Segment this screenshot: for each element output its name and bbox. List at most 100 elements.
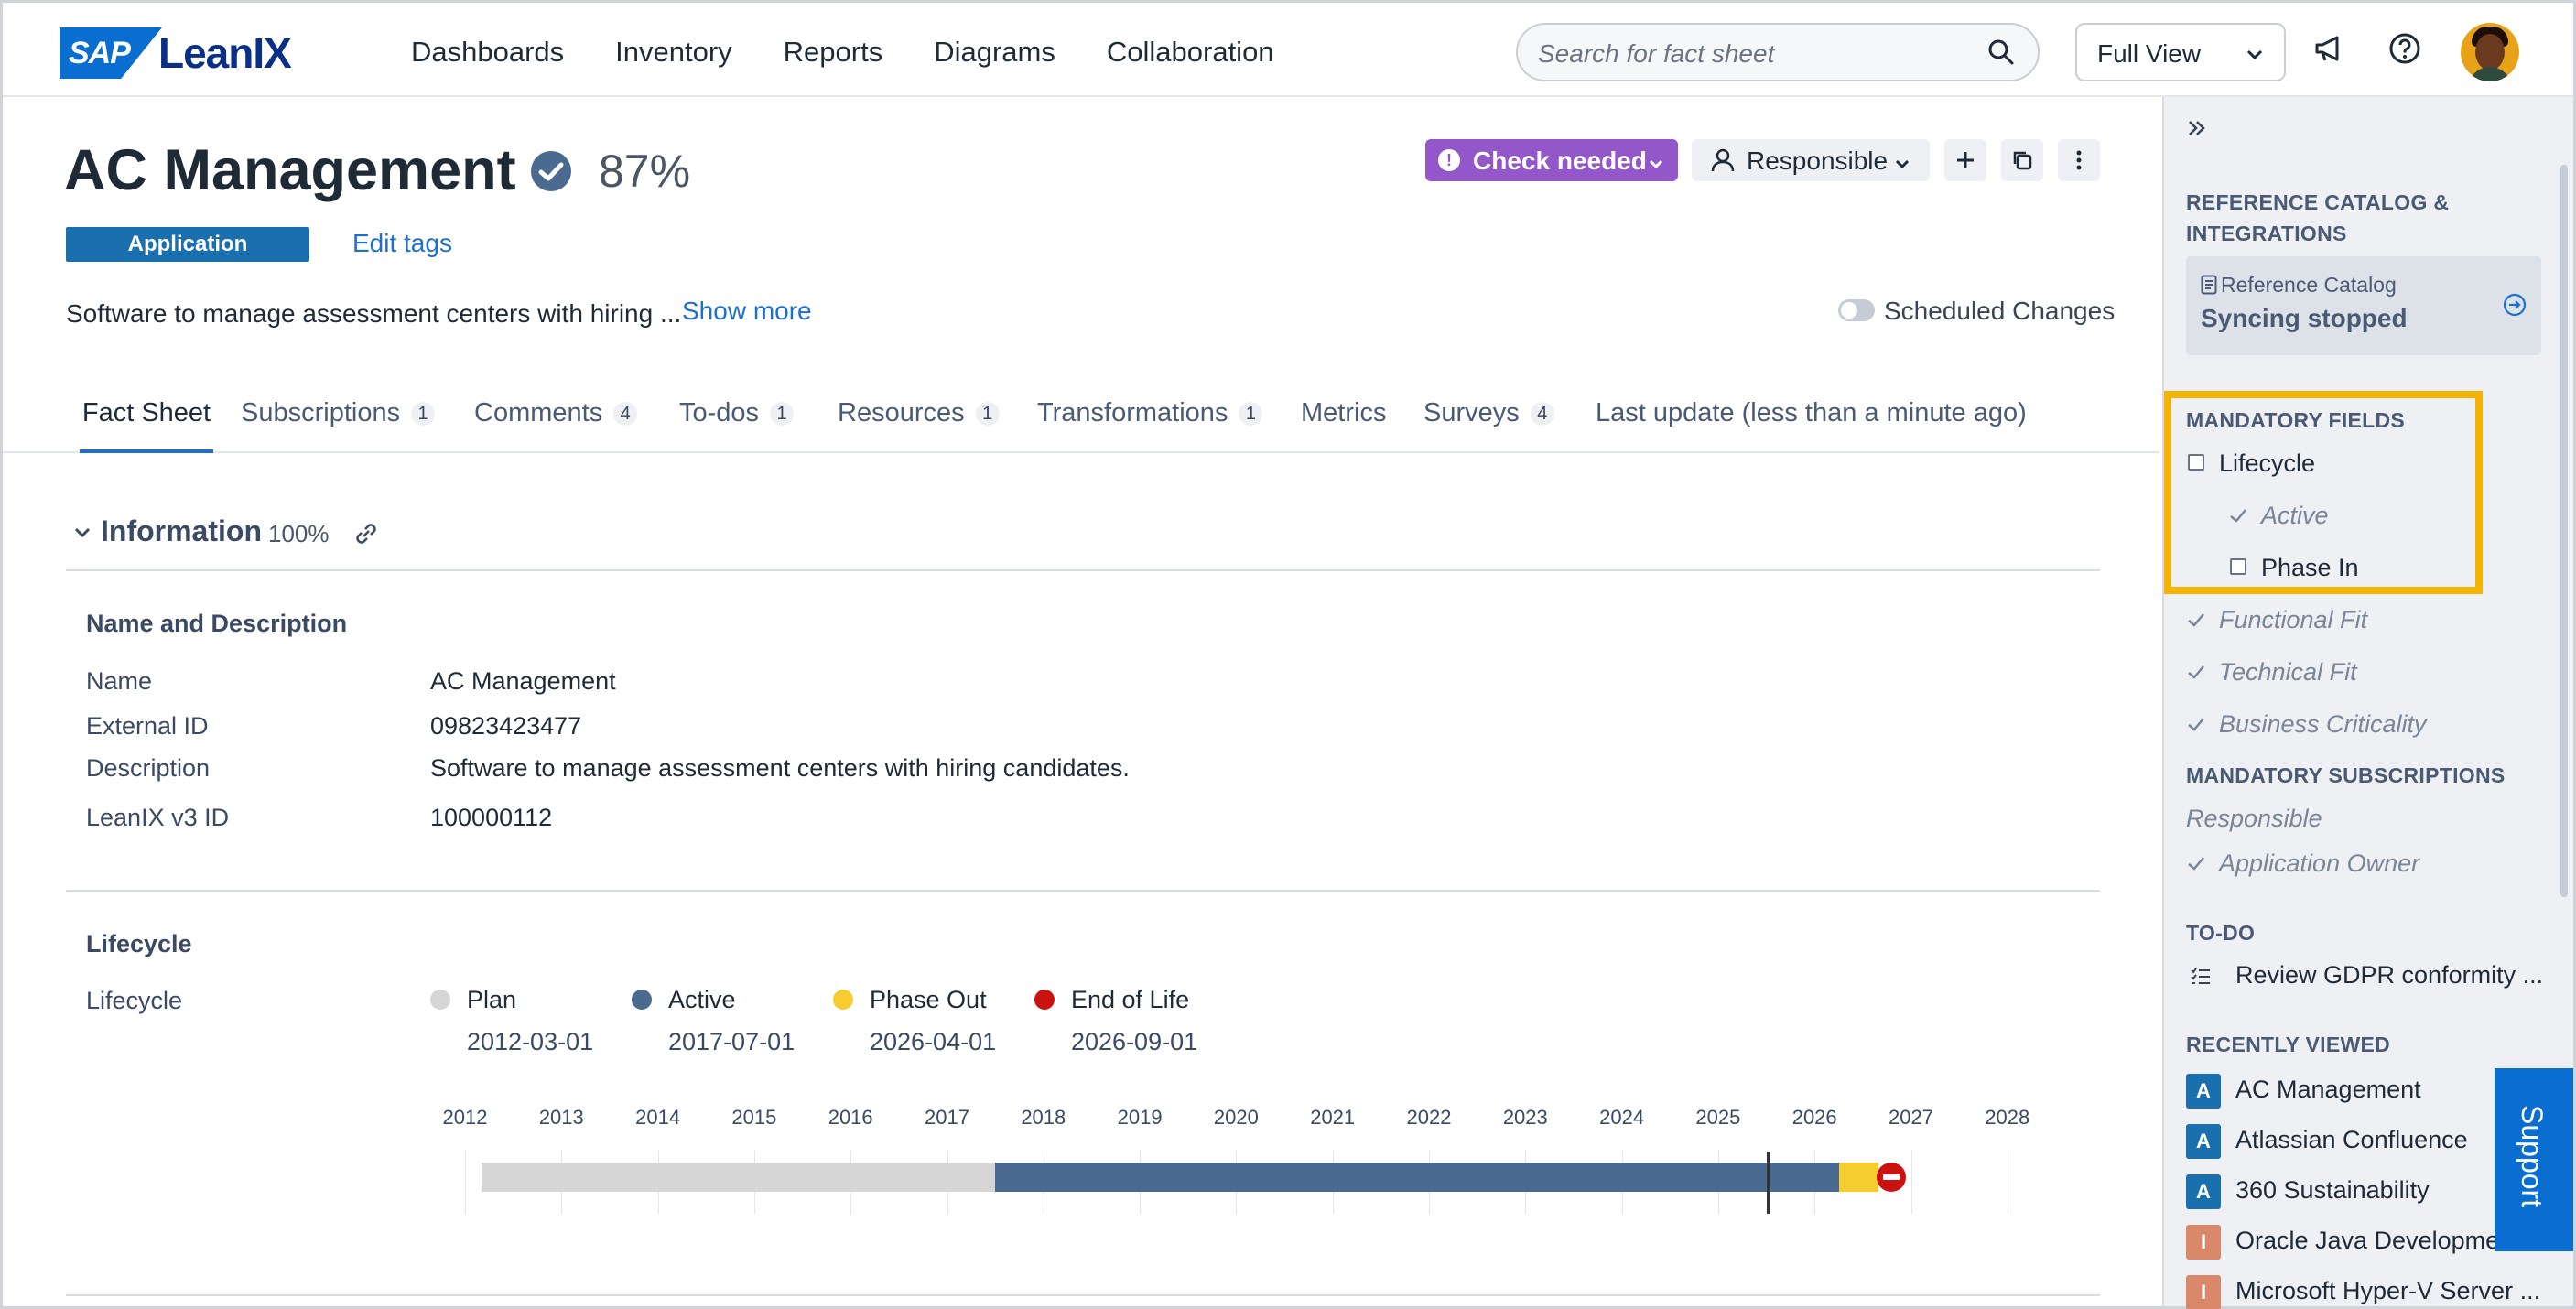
- phase-dot: [632, 990, 652, 1010]
- timeline-year-label: 2015: [731, 1106, 777, 1129]
- chevron-down-icon: [2244, 43, 2266, 70]
- mandatory-field-label: Functional Fit: [2219, 606, 2368, 633]
- type-badge: A: [2186, 1074, 2221, 1109]
- search-placeholder: Search for fact sheet: [1538, 39, 1775, 68]
- chevron-down-icon: [1893, 150, 1911, 179]
- collapse-chevron-icon[interactable]: [73, 524, 92, 546]
- group-title-name-description: Name and Description: [86, 610, 348, 637]
- leanix-logo[interactable]: SAP LeanIX: [60, 27, 292, 79]
- top-bar: SAP LeanIX Dashboards Inventory Reports …: [3, 3, 2573, 97]
- check-icon: [2188, 613, 2204, 627]
- timeline-gridline: [1910, 1150, 1912, 1214]
- section-completion: 100%: [268, 520, 330, 547]
- tab-label: Metrics: [1301, 398, 1387, 427]
- mandatory-subscription-responsible[interactable]: Responsible: [2186, 805, 2322, 833]
- phase-name: End of Life: [1071, 986, 1190, 1013]
- recent-item-name: AC Management: [2235, 1076, 2421, 1103]
- copy-icon: [2013, 151, 2032, 170]
- view-selector[interactable]: Full View: [2075, 23, 2286, 81]
- main-nav: Dashboards Inventory Reports Diagrams Co…: [411, 36, 1274, 69]
- arrow-right-circle-icon[interactable]: [2503, 293, 2527, 321]
- link-icon[interactable]: [352, 520, 380, 552]
- timeline-year-label: 2014: [635, 1106, 681, 1129]
- tab-label: Surveys: [1423, 398, 1520, 427]
- tab-transformations[interactable]: Transformations 1: [1037, 398, 1263, 453]
- recently-viewed-heading: RECENTLY VIEWED: [2186, 1033, 2391, 1056]
- phase-dot: [833, 990, 853, 1010]
- collapse-sidebar-icon[interactable]: [2186, 117, 2208, 144]
- tab-fact-sheet[interactable]: Fact Sheet: [80, 398, 213, 453]
- mandatory-subscription-label: Responsible: [2186, 805, 2322, 832]
- timeline-year-label: 2025: [1695, 1106, 1741, 1129]
- nav-reports[interactable]: Reports: [784, 36, 883, 69]
- factsheet-tabs: Fact Sheet Subscriptions 1 Comments 4 To-d…: [3, 389, 2159, 453]
- support-button[interactable]: Support: [2495, 1068, 2573, 1251]
- nav-dashboards[interactable]: Dashboards: [411, 36, 564, 69]
- field-value-external-id[interactable]: 09823423477: [430, 712, 581, 741]
- more-vertical-icon: [2076, 150, 2082, 170]
- mandatory-subscriptions-heading: MANDATORY SUBSCRIPTIONS: [2186, 763, 2506, 787]
- end-of-life-icon: [1877, 1163, 1907, 1192]
- chevron-down-icon: [1647, 150, 1665, 179]
- field-label-v3-id: LeanIX v3 ID: [86, 804, 230, 831]
- lifecycle-timeline[interactable]: 2012 2013 2014 2015 2016 2017 2018 2019 2020 2021…: [443, 1106, 2029, 1216]
- sidebar-scrollbar[interactable]: [2560, 165, 2568, 897]
- nav-inventory[interactable]: Inventory: [615, 36, 732, 69]
- copy-button[interactable]: [2001, 139, 2043, 181]
- tab-metrics[interactable]: Metrics: [1301, 398, 1386, 453]
- field-value-description[interactable]: Software to manage assessment centers wi…: [430, 754, 1130, 783]
- phase-date: 2026-04-01: [870, 1028, 997, 1055]
- timeline-phase-bar-phase-out[interactable]: [1838, 1163, 1879, 1192]
- tab-last-update[interactable]: Last update (less than a minute ago): [1596, 398, 2027, 453]
- tab-resources[interactable]: Resources 1: [838, 398, 1000, 453]
- field-value-name[interactable]: AC Management: [430, 667, 616, 696]
- show-more-link[interactable]: Show more: [682, 297, 812, 326]
- mandatory-subscription-label: Application Owner: [2219, 849, 2420, 877]
- product-name: LeanIX: [158, 29, 292, 77]
- timeline-year-label: 2027: [1889, 1106, 1933, 1129]
- type-tag: Application: [66, 227, 309, 262]
- check-icon: [2188, 665, 2204, 679]
- timeline-year-label: 2022: [1406, 1106, 1452, 1129]
- timeline-phase-bar-plan[interactable]: [481, 1163, 996, 1192]
- nav-collaboration[interactable]: Collaboration: [1107, 36, 1274, 69]
- phase-date: 2017-07-01: [668, 1028, 796, 1055]
- tab-todos[interactable]: To-dos 1: [679, 398, 795, 453]
- responsible-label: Responsible: [1747, 146, 1889, 175]
- tab-surveys[interactable]: Surveys 4: [1423, 398, 1554, 453]
- check-icon: [2188, 718, 2204, 731]
- add-button[interactable]: [1944, 139, 1986, 181]
- short-description: Software to manage assessment centers wi…: [66, 299, 682, 328]
- type-badge: A: [2186, 1174, 2221, 1209]
- tab-label: Subscriptions: [241, 398, 401, 427]
- quality-state-button[interactable]: ! Check needed: [1425, 139, 1678, 181]
- field-label-description: Description: [86, 754, 211, 782]
- reference-catalog-card[interactable]: Reference Catalog Syncing stopped: [2186, 256, 2541, 355]
- edit-tags-link[interactable]: Edit tags: [352, 229, 452, 258]
- tab-count-badge: 1: [1239, 402, 1263, 426]
- timeline-phase-bar-active[interactable]: [995, 1163, 1839, 1192]
- tab-label: To-dos: [679, 398, 760, 427]
- alert-icon: !: [1438, 149, 1460, 171]
- more-actions-button[interactable]: [2058, 139, 2100, 181]
- todo-heading: TO-DO: [2186, 921, 2256, 945]
- megaphone-icon[interactable]: [2311, 30, 2348, 71]
- quality-state-label: Check needed: [1473, 146, 1647, 175]
- timeline-year-label: 2016: [828, 1106, 873, 1129]
- tab-comments[interactable]: Comments 4: [474, 398, 638, 453]
- nav-diagrams[interactable]: Diagrams: [934, 36, 1055, 69]
- scheduled-changes-toggle[interactable]: [1838, 299, 1875, 321]
- divider: [66, 890, 2100, 892]
- tab-count-badge: 4: [1530, 402, 1554, 426]
- search-icon[interactable]: [1986, 38, 2016, 71]
- timeline-year-label: 2013: [538, 1106, 584, 1129]
- field-value-v3-id[interactable]: 100000112: [430, 804, 552, 832]
- search-input[interactable]: Search for fact sheet: [1516, 23, 2040, 81]
- timeline-year-label: 2019: [1117, 1106, 1163, 1129]
- user-avatar[interactable]: [2461, 23, 2519, 81]
- responsible-button[interactable]: Responsible: [1692, 139, 1930, 181]
- field-label-external-id: External ID: [86, 712, 209, 740]
- tab-subscriptions[interactable]: Subscriptions 1: [241, 398, 436, 453]
- tab-count-badge: 4: [613, 402, 638, 426]
- help-icon[interactable]: [2387, 30, 2423, 71]
